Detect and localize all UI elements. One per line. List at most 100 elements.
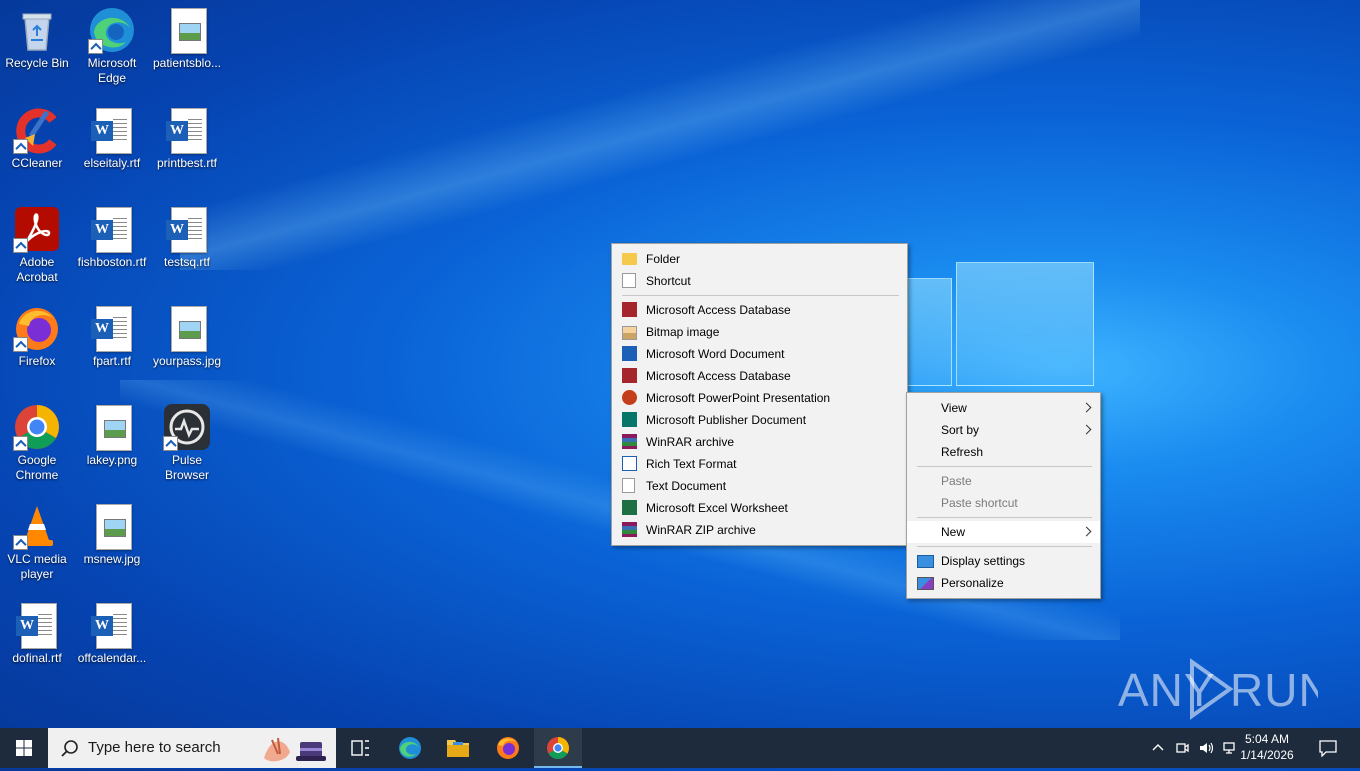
desktop-icon-lakey[interactable]: lakey.png — [75, 397, 149, 468]
desktop-icon-label: patientsblo... — [152, 56, 222, 70]
desktop-icon-yourpass[interactable]: yourpass.jpg — [150, 298, 224, 369]
desktop-icon-label: msnew.jpg — [83, 552, 141, 566]
chevron-up-icon[interactable] — [1150, 740, 1166, 756]
recycle-bin-icon — [13, 6, 61, 54]
new-access-database-item-2[interactable]: Microsoft Access Database — [612, 365, 907, 387]
menu-item-label: Sort by — [941, 423, 980, 437]
new-excel-worksheet-item[interactable]: Microsoft Excel Worksheet — [612, 497, 907, 519]
new-text-document-item[interactable]: Text Document — [612, 475, 907, 497]
new-powerpoint-item[interactable]: Microsoft PowerPoint Presentation — [612, 387, 907, 409]
desktop-icon-ccleaner[interactable]: CCleaner — [0, 100, 74, 171]
menu-item-label: Paste — [941, 474, 972, 488]
access-icon — [622, 302, 637, 317]
menu-separator — [917, 517, 1092, 518]
edge-icon — [399, 737, 421, 759]
desktop-icon-label: Google Chrome — [15, 453, 59, 482]
desktop-icon-fpart[interactable]: W fpart.rtf — [75, 298, 149, 369]
desktop-icon-label: Adobe Acrobat — [16, 255, 58, 284]
clock[interactable]: 5:04 AM 1/14/2026 — [1232, 731, 1302, 763]
desktop-icon-dofinal[interactable]: W dofinal.rtf — [0, 595, 74, 666]
menu-item-label: Microsoft Access Database — [646, 303, 791, 317]
new-access-database-item[interactable]: Microsoft Access Database — [612, 299, 907, 321]
desktop-icon-testsq[interactable]: W testsq.rtf — [150, 199, 224, 270]
search-icon — [61, 740, 78, 757]
new-word-document-item[interactable]: Microsoft Word Document — [612, 343, 907, 365]
desktop-icon-adobe-acrobat[interactable]: Adobe Acrobat — [0, 199, 74, 285]
desktop-icon-label: yourpass.jpg — [152, 354, 222, 368]
taskbar-edge-button[interactable] — [386, 728, 434, 768]
menu-item-label: Microsoft PowerPoint Presentation — [646, 391, 831, 405]
menu-item-new[interactable]: New — [907, 521, 1100, 543]
bitmap-icon — [622, 326, 637, 340]
desktop-icon-recycle-bin[interactable]: Recycle Bin — [0, 0, 74, 71]
new-rich-text-item[interactable]: Rich Text Format — [612, 453, 907, 475]
desktop-icon-edge[interactable]: Microsoft Edge — [75, 0, 149, 86]
desktop-icon-patientsblo[interactable]: patientsblo... — [150, 0, 224, 71]
word-rtf-icon: W — [13, 601, 61, 649]
menu-item-display-settings[interactable]: Display settings — [907, 550, 1100, 572]
chevron-right-icon — [1081, 402, 1092, 413]
start-button[interactable] — [0, 728, 48, 768]
menu-item-view[interactable]: View — [907, 397, 1100, 419]
folder-icon — [447, 740, 469, 757]
windows-start-icon — [16, 740, 32, 756]
acrobat-icon — [13, 205, 61, 253]
menu-item-label: Folder — [646, 252, 681, 266]
menu-item-refresh[interactable]: Refresh — [907, 441, 1100, 463]
desktop-icon-google-chrome[interactable]: Google Chrome — [0, 397, 74, 483]
taskbar-file-explorer-button[interactable] — [434, 728, 482, 768]
new-shortcut-item[interactable]: Shortcut — [612, 270, 907, 292]
rtf-icon — [622, 456, 637, 471]
shortcut-arrow-icon — [163, 436, 178, 451]
menu-item-sort-by[interactable]: Sort by — [907, 419, 1100, 441]
search-placeholder: Type here to search — [88, 739, 221, 756]
excel-icon — [622, 500, 637, 515]
desktop-icon-elseitaly[interactable]: W elseitaly.rtf — [75, 100, 149, 171]
text-doc-icon — [622, 478, 635, 493]
desktop-icon-pulse-browser[interactable]: Pulse Browser — [150, 397, 224, 483]
anyrun-watermark-logo: ANY RUN — [1118, 654, 1332, 724]
image-file-icon — [163, 6, 211, 54]
new-winrar-zip-item[interactable]: WinRAR ZIP archive — [612, 519, 907, 541]
firefox-icon — [13, 304, 61, 352]
menu-item-label: New — [941, 525, 966, 539]
new-submenu: Folder Shortcut Microsoft Access Databas… — [611, 243, 908, 546]
taskbar-firefox-button[interactable] — [484, 728, 532, 768]
menu-item-paste[interactable]: Paste — [907, 470, 1100, 492]
new-winrar-archive-item[interactable]: WinRAR archive — [612, 431, 907, 453]
menu-item-label: WinRAR ZIP archive — [646, 523, 756, 537]
desktop-icon-vlc[interactable]: VLC media player — [0, 496, 74, 582]
menu-separator — [622, 295, 899, 296]
shortcut-arrow-icon — [13, 337, 28, 352]
firefox-icon — [497, 737, 519, 759]
menu-item-label: Refresh — [941, 445, 984, 459]
taskbar-search-box[interactable]: Type here to search — [48, 728, 336, 768]
shortcut-arrow-icon — [13, 139, 28, 154]
menu-item-paste-shortcut[interactable]: Paste shortcut — [907, 492, 1100, 514]
menu-item-personalize[interactable]: Personalize — [907, 572, 1100, 594]
menu-item-label: Paste shortcut — [941, 496, 1018, 510]
notification-icon[interactable] — [1318, 739, 1338, 757]
new-bitmap-item[interactable]: Bitmap image — [612, 321, 907, 343]
desktop-icon-msnew[interactable]: msnew.jpg — [75, 496, 149, 567]
image-file-icon — [163, 304, 211, 352]
desktop-icon-offcalendar[interactable]: W offcalendar... — [75, 595, 149, 666]
desktop-icon-label: Pulse Browser — [164, 453, 209, 482]
desktop-icon-label: elseitaly.rtf — [83, 156, 141, 170]
new-folder-item[interactable]: Folder — [612, 248, 907, 270]
desktop-icon-label: printbest.rtf — [156, 156, 218, 170]
desktop-icon-printbest[interactable]: W printbest.rtf — [150, 100, 224, 171]
desktop-icon-fishboston[interactable]: W fishboston.rtf — [75, 199, 149, 270]
shortcut-arrow-icon — [13, 436, 28, 451]
new-publisher-item[interactable]: Microsoft Publisher Document — [612, 409, 907, 431]
desktop-icon-label: Recycle Bin — [5, 56, 69, 70]
chrome-icon — [547, 737, 569, 759]
menu-item-label: WinRAR archive — [646, 435, 735, 449]
display-icon — [917, 555, 934, 568]
meet-now-icon[interactable] — [1174, 740, 1190, 756]
task-view-button[interactable] — [336, 728, 384, 768]
volume-icon[interactable] — [1198, 740, 1214, 756]
taskbar-chrome-button[interactable] — [534, 728, 582, 768]
desktop-icon-firefox[interactable]: Firefox — [0, 298, 74, 369]
word-rtf-icon: W — [88, 205, 136, 253]
